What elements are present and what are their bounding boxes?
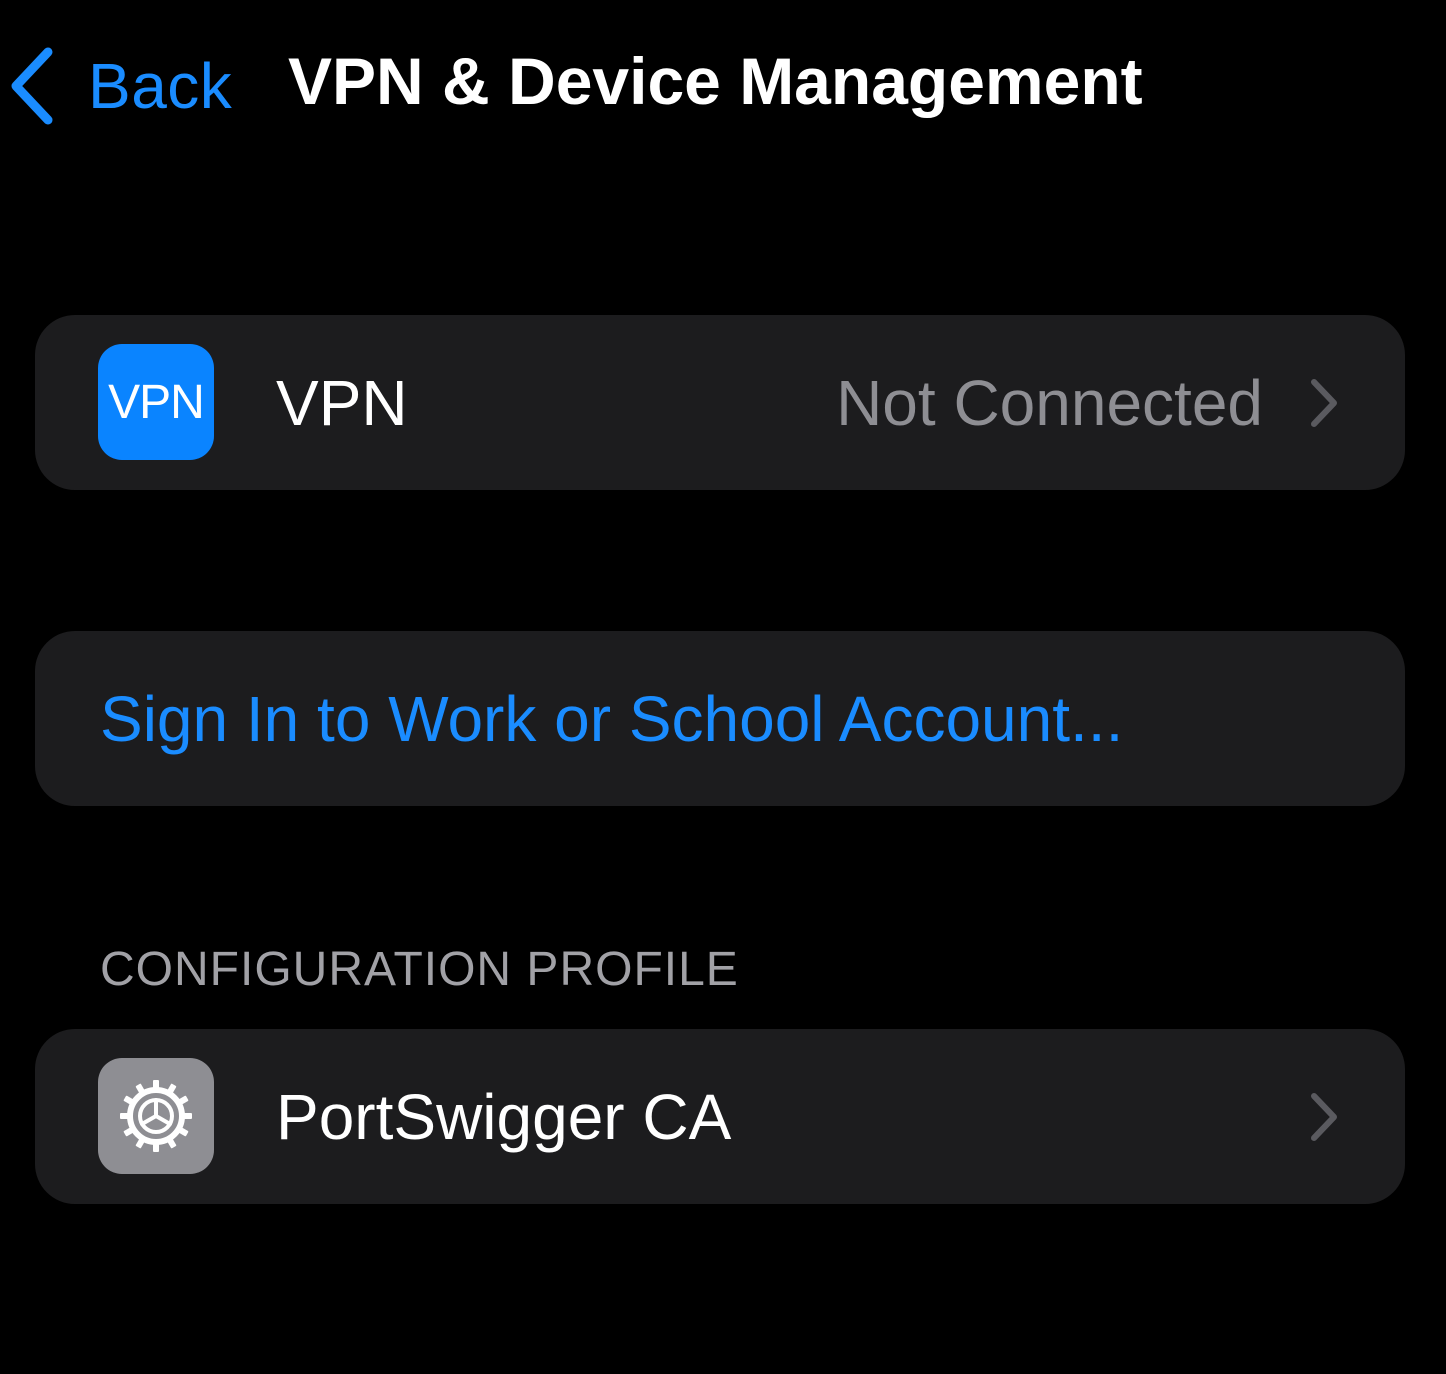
chevron-left-icon [11, 47, 53, 125]
account-group: Sign In to Work or School Account... [35, 631, 1405, 806]
page-title: VPN & Device Management [288, 44, 1143, 118]
configuration-profile-group: PortSwigger CA [35, 1029, 1405, 1204]
navigation-bar: Back VPN & Device Management [0, 0, 1446, 175]
settings-gear-icon [98, 1058, 214, 1174]
vpn-row[interactable]: VPN VPN Not Connected [35, 315, 1405, 490]
configuration-profile-header: CONFIGURATION PROFILE [100, 943, 739, 996]
vpn-row-label: VPN [276, 366, 408, 439]
gear-icon [120, 1080, 192, 1152]
sign-in-work-school-account-button[interactable]: Sign In to Work or School Account... [35, 631, 1405, 806]
chevron-right-icon [1311, 378, 1337, 427]
chevron-right-icon [1311, 1092, 1337, 1141]
profile-row-portswigger-ca[interactable]: PortSwigger CA [35, 1029, 1405, 1204]
back-button[interactable]: Back [8, 44, 232, 128]
vpn-device-management-screen: Back VPN & Device Management VPN VPN Not… [0, 0, 1446, 1374]
vpn-icon-text: VPN [108, 375, 205, 429]
back-label: Back [88, 50, 233, 122]
sign-in-label: Sign In to Work or School Account... [100, 682, 1124, 755]
vpn-icon: VPN [98, 344, 214, 460]
vpn-group: VPN VPN Not Connected [35, 315, 1405, 490]
profile-name-label: PortSwigger CA [276, 1080, 732, 1153]
vpn-status-value: Not Connected [836, 366, 1263, 439]
